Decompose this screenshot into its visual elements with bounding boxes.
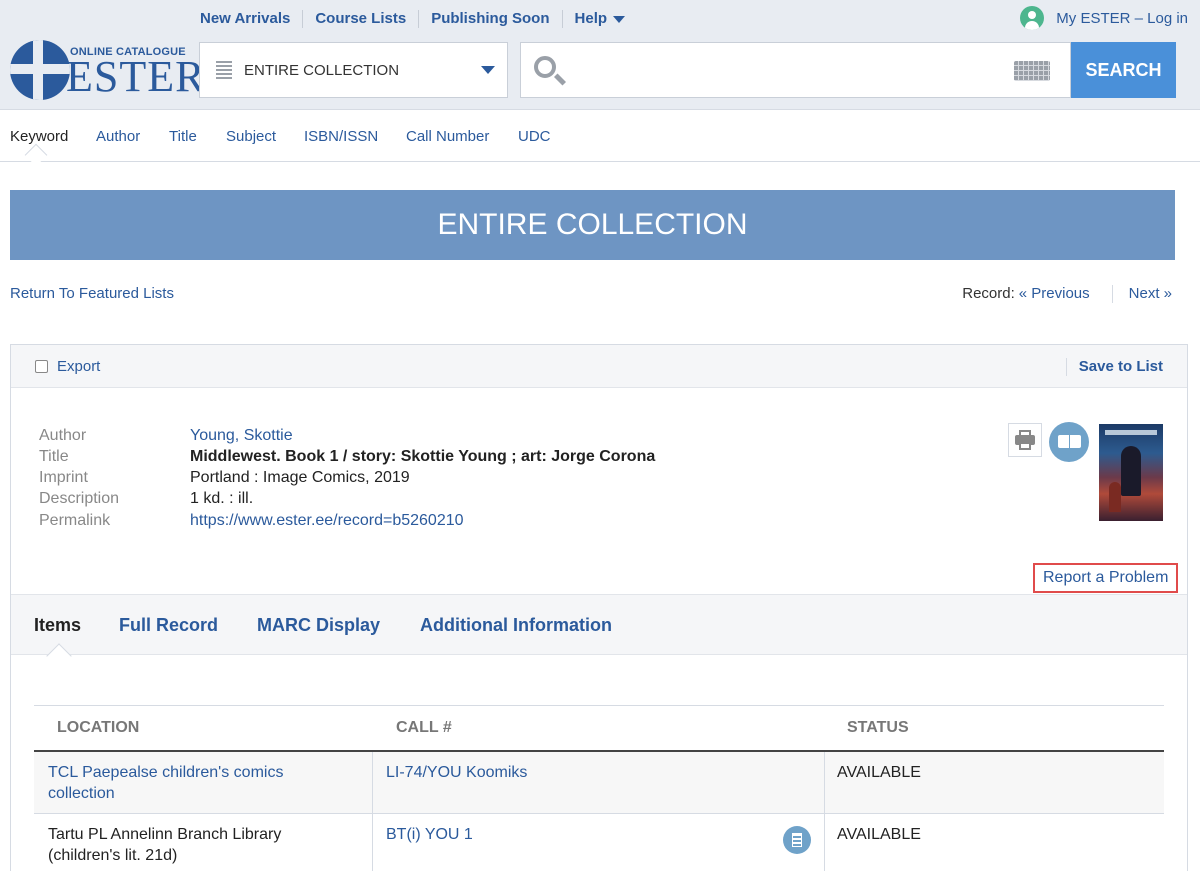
export-label[interactable]: Export <box>57 358 100 375</box>
nav-new-arrivals[interactable]: New Arrivals <box>188 10 304 28</box>
keyboard-icon[interactable] <box>1014 61 1050 81</box>
user-icon <box>1020 6 1045 30</box>
column-header-location: LOCATION <box>57 719 140 736</box>
table-row: TCL Paepealse children's comics collecti… <box>34 752 1164 814</box>
title-value: Middlewest. Book 1 / story: Skottie Youn… <box>190 448 656 465</box>
search-button[interactable]: SEARCH <box>1071 42 1176 98</box>
caret-down-icon <box>613 15 626 23</box>
tab-isbn-issn[interactable]: ISBN/ISSN <box>304 128 378 145</box>
active-tab-pointer <box>24 143 48 167</box>
record-tabs: Items Full Record MARC Display Additiona… <box>11 594 1187 669</box>
read-book-button[interactable] <box>1049 422 1089 462</box>
previous-record-link[interactable]: « Previous <box>1019 285 1090 303</box>
record-nav-label: Record: <box>962 285 1015 302</box>
book-cover-image[interactable] <box>1099 424 1163 521</box>
table-row: Tartu PL Annelinn Branch Library (childr… <box>34 814 1164 871</box>
print-button[interactable] <box>1008 423 1042 457</box>
search-icon <box>534 56 556 78</box>
items-table-header: LOCATION CALL # STATUS <box>34 706 1164 752</box>
imprint-value: Portland : Image Comics, 2019 <box>190 469 410 486</box>
login-label: My ESTER – Log in <box>1056 9 1188 27</box>
tab-title[interactable]: Title <box>169 128 197 145</box>
record-nav-divider <box>1111 285 1113 303</box>
tab-udc[interactable]: UDC <box>518 128 551 145</box>
description-value: 1 kd. : ill. <box>190 490 254 507</box>
tab-additional-information[interactable]: Additional Information <box>420 615 612 636</box>
tab-call-number[interactable]: Call Number <box>406 128 489 145</box>
status-text: AVAILABLE <box>837 764 921 781</box>
location-text: Tartu PL Annelinn Branch Library (childr… <box>48 826 282 864</box>
permalink-link[interactable]: https://www.ester.ee/record=b5260210 <box>190 512 464 530</box>
return-to-featured-lists-link[interactable]: Return To Featured Lists <box>10 285 174 302</box>
top-nav: New Arrivals Course Lists Publishing Soo… <box>188 9 637 29</box>
header: New Arrivals Course Lists Publishing Soo… <box>0 0 1200 110</box>
description-label: Description <box>39 490 120 507</box>
logo-wordmark: ESTER <box>66 52 206 101</box>
nav-publishing-soon[interactable]: Publishing Soon <box>419 10 563 28</box>
collection-banner: ENTIRE COLLECTION <box>10 190 1175 260</box>
scope-selected-value: ENTIRE COLLECTION <box>244 61 400 79</box>
tab-full-record[interactable]: Full Record <box>119 615 218 636</box>
author-link[interactable]: Young, Skottie <box>190 427 293 445</box>
tab-marc-display[interactable]: MARC Display <box>257 615 380 636</box>
next-record-link[interactable]: Next » <box>1129 285 1172 303</box>
author-label: Author <box>39 427 87 444</box>
search-box <box>520 42 1071 98</box>
title-label: Title <box>39 448 69 465</box>
permalink-label: Permalink <box>39 512 111 529</box>
tab-keyword[interactable]: Keyword <box>10 128 68 145</box>
ester-logo[interactable]: ONLINE CATALOGUE ESTER <box>10 40 204 102</box>
imprint-label: Imprint <box>39 469 88 486</box>
collection-scope-dropdown[interactable]: ENTIRE COLLECTION <box>199 42 508 98</box>
book-icon <box>1058 435 1069 448</box>
column-header-status: STATUS <box>847 719 909 736</box>
list-icon <box>216 61 232 79</box>
nav-help[interactable]: Help <box>563 10 638 28</box>
record-toolbar: Export Save to List <box>11 345 1187 388</box>
tab-items[interactable]: Items <box>34 615 81 636</box>
status-text: AVAILABLE <box>837 826 921 843</box>
toolbar-divider <box>1066 358 1067 376</box>
search-input[interactable] <box>577 51 997 89</box>
logo-cross-icon <box>10 40 70 100</box>
record-panel: Export Save to List Author Young, Skotti… <box>10 344 1188 871</box>
nav-course-lists[interactable]: Course Lists <box>303 10 420 28</box>
chevron-down-icon <box>481 66 495 74</box>
column-header-call-number: CALL # <box>396 719 452 736</box>
nav-help-label: Help <box>574 10 608 27</box>
export-checkbox[interactable] <box>35 360 48 373</box>
active-tab-pointer <box>46 643 72 669</box>
location-link[interactable]: TCL Paepealse children's comics collecti… <box>48 762 348 804</box>
login-link[interactable]: My ESTER – Log in <box>1020 6 1188 30</box>
call-number-link[interactable]: BT(i) YOU 1 <box>386 824 473 845</box>
tab-author[interactable]: Author <box>96 128 140 145</box>
record-navigation: Record: « Previous Next » <box>962 285 1172 303</box>
call-number-link[interactable]: LI-74/YOU Koomiks <box>386 762 527 783</box>
shelf-list-icon[interactable] <box>783 826 811 854</box>
report-a-problem-link[interactable]: Report a Problem <box>1033 563 1179 593</box>
search-type-tabs: Keyword Author Title Subject ISBN/ISSN C… <box>0 110 1200 167</box>
tab-subject[interactable]: Subject <box>226 128 276 145</box>
items-table: LOCATION CALL # STATUS TCL Paepealse chi… <box>34 705 1164 871</box>
save-to-list-link[interactable]: Save to List <box>1079 358 1163 375</box>
